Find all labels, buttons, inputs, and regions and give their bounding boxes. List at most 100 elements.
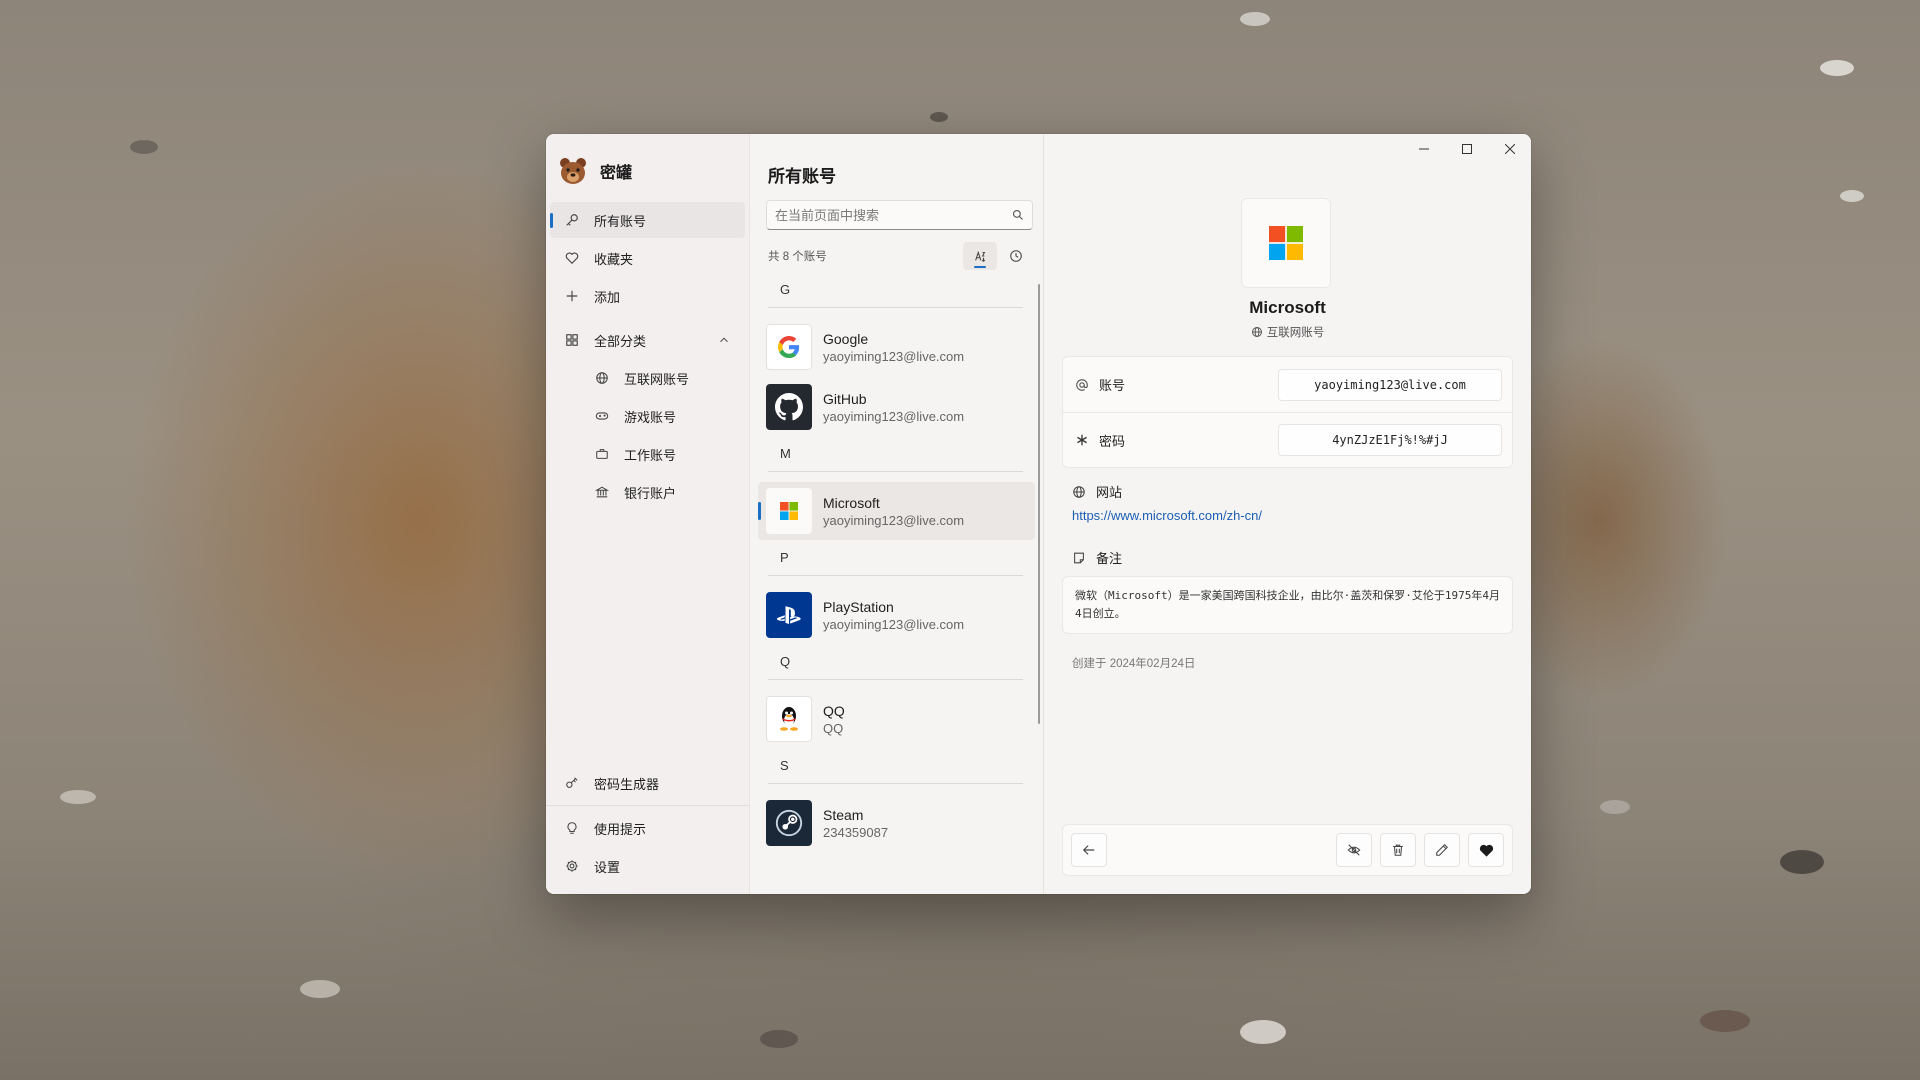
sidebar-item-add[interactable]: 添加 — [550, 278, 745, 314]
sidebar-item-all-categories[interactable]: 全部分类 — [550, 322, 745, 358]
sidebar-item-settings[interactable]: 设置 — [550, 848, 745, 884]
maximize-button[interactable] — [1445, 134, 1488, 164]
heart-filled-icon — [1479, 843, 1494, 858]
sidebar-item-work[interactable]: 工作账号 — [550, 436, 745, 472]
search-icon[interactable] — [1012, 209, 1024, 221]
back-button[interactable] — [1071, 833, 1107, 867]
asterisk-icon — [1075, 433, 1089, 447]
website-link[interactable]: https://www.microsoft.com/zh-cn/ — [1072, 508, 1262, 523]
list-item[interactable]: QQ QQ — [758, 690, 1035, 748]
note-label: 备注 — [1096, 551, 1123, 566]
microsoft-logo-icon — [1269, 226, 1303, 260]
desktop-pebble — [1840, 190, 1864, 202]
qq-penguin-logo-icon — [766, 696, 812, 742]
list-item[interactable]: PlayStation yaoyiming123@live.com — [758, 586, 1035, 644]
app-header: 密罐 — [546, 142, 749, 200]
account-name: QQ — [823, 702, 845, 719]
account-username: yaoyiming123@live.com — [823, 512, 965, 528]
category-label: 互联网账号 — [1266, 327, 1325, 339]
minimize-button[interactable] — [1402, 134, 1445, 164]
key-icon — [564, 212, 580, 228]
list-item[interactable]: Google yaoyiming123@live.com — [758, 318, 1035, 376]
sidebar-item-label: 密码生成器 — [594, 776, 660, 792]
search-input[interactable] — [775, 207, 1012, 223]
globe-icon — [1251, 326, 1263, 338]
sidebar-item-label: 收藏夹 — [594, 251, 634, 267]
close-icon — [1504, 144, 1515, 154]
note-icon — [1072, 550, 1086, 566]
sort-az-icon — [973, 249, 987, 263]
sidebar-item-password-generator[interactable]: 密码生成器 — [550, 765, 745, 801]
bank-icon — [594, 484, 610, 500]
list-scrollbar[interactable] — [1038, 284, 1040, 724]
favorite-button[interactable] — [1468, 833, 1504, 867]
account-list-pane: 所有账号 共 8 个账号 G — [750, 134, 1044, 894]
sidebar-item-label: 全部分类 — [594, 333, 647, 349]
desktop-pebble — [930, 112, 948, 122]
account-list: G Google yaoyiming123@live.com GitHub ya… — [750, 274, 1043, 894]
detail-pane: Microsoft 互联网账号 账号 yaoyiming123@live.com… — [1044, 134, 1531, 894]
briefcase-icon — [594, 446, 610, 462]
sidebar-item-tips[interactable]: 使用提示 — [550, 810, 745, 846]
sidebar-item-label: 设置 — [594, 859, 621, 875]
account-name: GitHub — [823, 390, 867, 407]
chevron-up-icon[interactable] — [717, 333, 731, 347]
sidebar-item-internet[interactable]: 互联网账号 — [550, 360, 745, 396]
sidebar-item-label: 互联网账号 — [624, 371, 690, 387]
account-username: QQ — [823, 720, 844, 736]
sidebar-item-favorites[interactable]: 收藏夹 — [550, 240, 745, 276]
list-item[interactable]: Steam 234359087 — [758, 794, 1035, 852]
sidebar-item-label: 银行账户 — [624, 485, 677, 501]
account-name: PlayStation — [823, 598, 894, 615]
password-field-row: 密码 4ynZJzE1Fj%!%#jJ — [1063, 412, 1512, 467]
password-value[interactable]: 4ynZJzE1Fj%!%#jJ — [1278, 424, 1502, 456]
edit-button[interactable] — [1424, 833, 1460, 867]
account-count: 共 8 个账号 — [768, 251, 827, 263]
sidebar-item-bank[interactable]: 银行账户 — [550, 474, 745, 510]
password-label: 密码 — [1099, 433, 1126, 449]
clock-icon — [1009, 249, 1023, 263]
toggle-visibility-button[interactable] — [1336, 833, 1372, 867]
account-name: Steam — [823, 806, 864, 823]
desktop-pebble — [1600, 800, 1630, 814]
detail-title: Microsoft — [1249, 298, 1326, 317]
globe-icon — [594, 370, 610, 386]
sidebar: 密罐 所有账号 收藏夹 添加 全部分类 互联网账号 游戏账号 工作账号 银行账户… — [546, 134, 750, 894]
plus-icon — [564, 288, 580, 304]
account-name: Microsoft — [823, 494, 880, 511]
microsoft-logo-icon — [766, 488, 812, 534]
gear-icon — [564, 858, 580, 874]
count-row: 共 8 个账号 — [750, 238, 1043, 274]
arrow-left-icon — [1082, 843, 1096, 857]
list-item-selected[interactable]: Microsoft yaoyiming123@live.com — [758, 482, 1035, 540]
group-header: G — [768, 274, 1023, 308]
sort-recent-button[interactable] — [999, 242, 1033, 270]
sort-alphabetical-button[interactable] — [963, 242, 997, 270]
sidebar-item-all-accounts[interactable]: 所有账号 — [550, 202, 745, 238]
action-bar — [1062, 824, 1513, 876]
detail-logo — [1241, 198, 1331, 288]
sidebar-item-label: 游戏账号 — [624, 409, 677, 425]
account-username: yaoyiming123@live.com — [823, 616, 965, 632]
sidebar-item-label: 添加 — [594, 289, 621, 305]
group-header: M — [768, 438, 1023, 472]
sidebar-item-games[interactable]: 游戏账号 — [550, 398, 745, 434]
eye-off-icon — [1347, 843, 1361, 857]
desktop-pebble — [130, 140, 158, 154]
playstation-logo-icon — [766, 592, 812, 638]
list-item[interactable]: GitHub yaoyiming123@live.com — [758, 378, 1035, 436]
desktop-pebble — [1240, 1020, 1286, 1044]
desktop-pebble — [300, 980, 340, 998]
pencil-icon — [1435, 843, 1449, 857]
account-value[interactable]: yaoyiming123@live.com — [1278, 368, 1502, 401]
category-icon — [564, 332, 580, 348]
detail-category: 互联网账号 — [1044, 324, 1531, 340]
password-generator-icon — [564, 775, 580, 791]
desktop-pebble — [1820, 60, 1854, 76]
lightbulb-icon — [564, 820, 580, 836]
window-controls — [1402, 134, 1531, 164]
sidebar-divider — [546, 805, 749, 806]
delete-button[interactable] — [1380, 833, 1416, 867]
close-button[interactable] — [1488, 134, 1531, 164]
note-section-header: 备注 — [1072, 548, 1122, 567]
